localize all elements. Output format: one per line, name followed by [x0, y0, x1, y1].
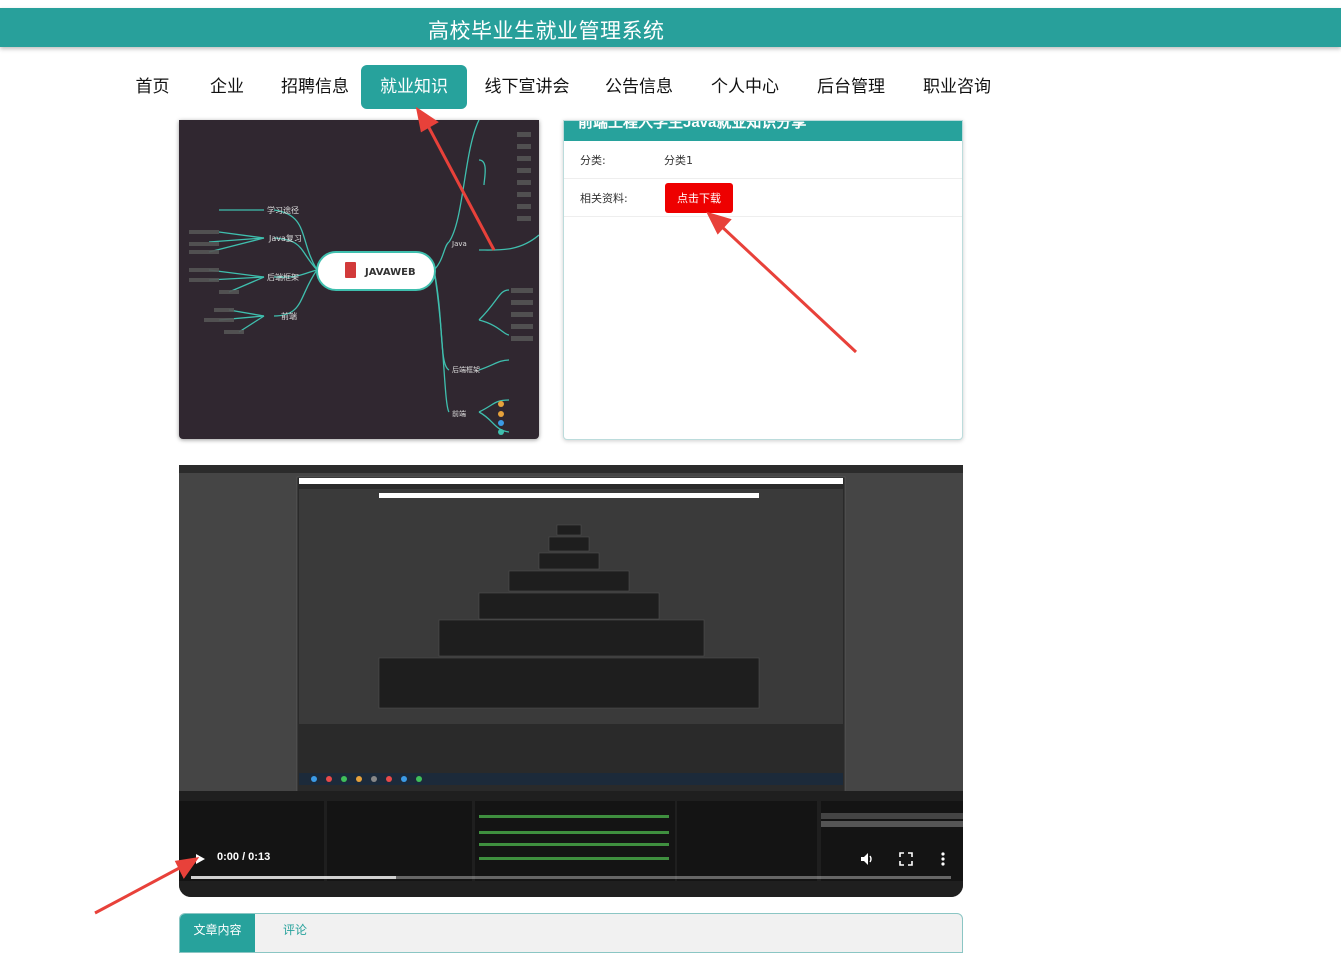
article-title: 前端工程入学生Java就业知识分享	[578, 121, 807, 131]
download-button[interactable]: 点击下载	[665, 182, 733, 213]
video-player[interactable]: 0:00 / 0:13	[179, 455, 963, 897]
video-progress-bar[interactable]	[191, 876, 951, 879]
resource-label: 相关资料:	[580, 191, 628, 205]
category-row: 分类: 分类1	[564, 141, 962, 179]
nav-item-announcements[interactable]: 公告信息	[587, 65, 691, 109]
top-bar: 高校毕业生就业管理系统	[0, 8, 1341, 47]
mindmap-branch: 后端框架	[267, 272, 299, 282]
nav-item-personal-center[interactable]: 个人中心	[691, 65, 799, 109]
video-frame-menubar	[179, 465, 963, 473]
tab-article-content[interactable]: 文章内容	[180, 914, 255, 952]
category-label: 分类:	[580, 153, 606, 167]
video-progress-fill	[191, 876, 397, 879]
fullscreen-icon[interactable]	[899, 852, 913, 866]
tab-comments[interactable]: 评论	[255, 914, 335, 952]
resource-row: 相关资料: 点击下载	[564, 179, 962, 217]
volume-icon[interactable]	[859, 851, 875, 867]
mindmap-branch: 前端	[281, 311, 297, 321]
nav-item-admin[interactable]: 后台管理	[799, 65, 903, 109]
book-icon	[345, 262, 356, 278]
main-nav: 首页 企业 招聘信息 就业知识 线下宣讲会 公告信息 个人中心 后台管理 职业咨…	[120, 64, 1011, 110]
mindmap-branch: Java复习	[268, 233, 302, 243]
site-title: 高校毕业生就业管理系统	[428, 19, 665, 43]
article-info-card: 前端工程入学生Java就业知识分享 分类: 分类1 相关资料: 点击下载	[563, 120, 963, 440]
mindmap-branch: Java	[451, 240, 467, 248]
nav-item-career-consult[interactable]: 职业咨询	[903, 65, 1011, 109]
category-value: 分类1	[664, 153, 693, 167]
mindmap-branch: 学习途径	[267, 205, 299, 215]
video-frame-titlebar	[179, 455, 963, 465]
mindmap-branch: 后端框架	[452, 365, 480, 374]
nav-item-home[interactable]: 首页	[120, 65, 185, 109]
nav-item-company[interactable]: 企业	[185, 65, 269, 109]
article-title-bar: 前端工程入学生Java就业知识分享	[564, 121, 962, 141]
mindmap-branch: 前端	[452, 409, 466, 418]
nav-item-offline-talks[interactable]: 线下宣讲会	[467, 65, 587, 109]
mindmap-graphic: JAVAWEB 学习途径 Java复习 后端框架 前端 Java 后端框架 前端	[189, 120, 539, 435]
nav-item-jobs[interactable]: 招聘信息	[269, 65, 361, 109]
annotation-arrow	[94, 863, 186, 915]
play-icon[interactable]	[193, 852, 207, 866]
video-time: 0:00 / 0:13	[217, 851, 271, 863]
article-cover-image: JAVAWEB 学习途径 Java复习 后端框架 前端 Java 后端框架 前端	[179, 120, 539, 439]
more-options-icon[interactable]	[939, 851, 947, 867]
video-controls: 0:00 / 0:13	[179, 843, 963, 897]
article-tabs: 文章内容 评论	[179, 913, 963, 953]
video-frame	[179, 473, 963, 802]
mindmap-center-label: JAVAWEB	[364, 267, 416, 278]
nav-item-career-knowledge[interactable]: 就业知识	[361, 65, 467, 109]
